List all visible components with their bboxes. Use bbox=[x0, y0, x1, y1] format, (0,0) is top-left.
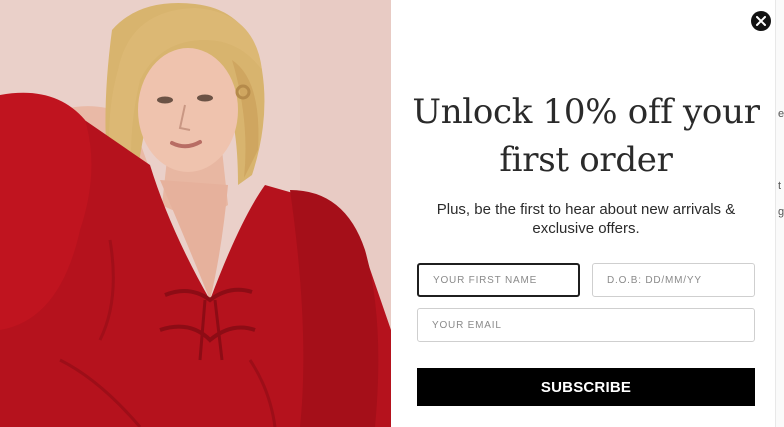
first-name-input[interactable] bbox=[417, 263, 580, 297]
model-photo-illustration bbox=[0, 0, 391, 427]
signup-popup: Unlock 10% off your first order Plus, be… bbox=[0, 0, 776, 427]
background-text-fragment: t bbox=[778, 180, 782, 192]
email-input[interactable] bbox=[417, 308, 755, 342]
dob-input[interactable] bbox=[592, 263, 755, 297]
popup-subtext: Plus, be the first to hear about new arr… bbox=[436, 201, 736, 237]
close-button[interactable] bbox=[751, 11, 771, 31]
hero-image bbox=[0, 0, 391, 427]
close-icon bbox=[756, 16, 766, 26]
background-text-fragment: g bbox=[778, 206, 784, 218]
background-text-fragment: e bbox=[778, 108, 784, 120]
popup-headline: Unlock 10% off your first order bbox=[412, 92, 760, 180]
subscribe-button[interactable]: SUBSCRIBE bbox=[417, 368, 755, 406]
